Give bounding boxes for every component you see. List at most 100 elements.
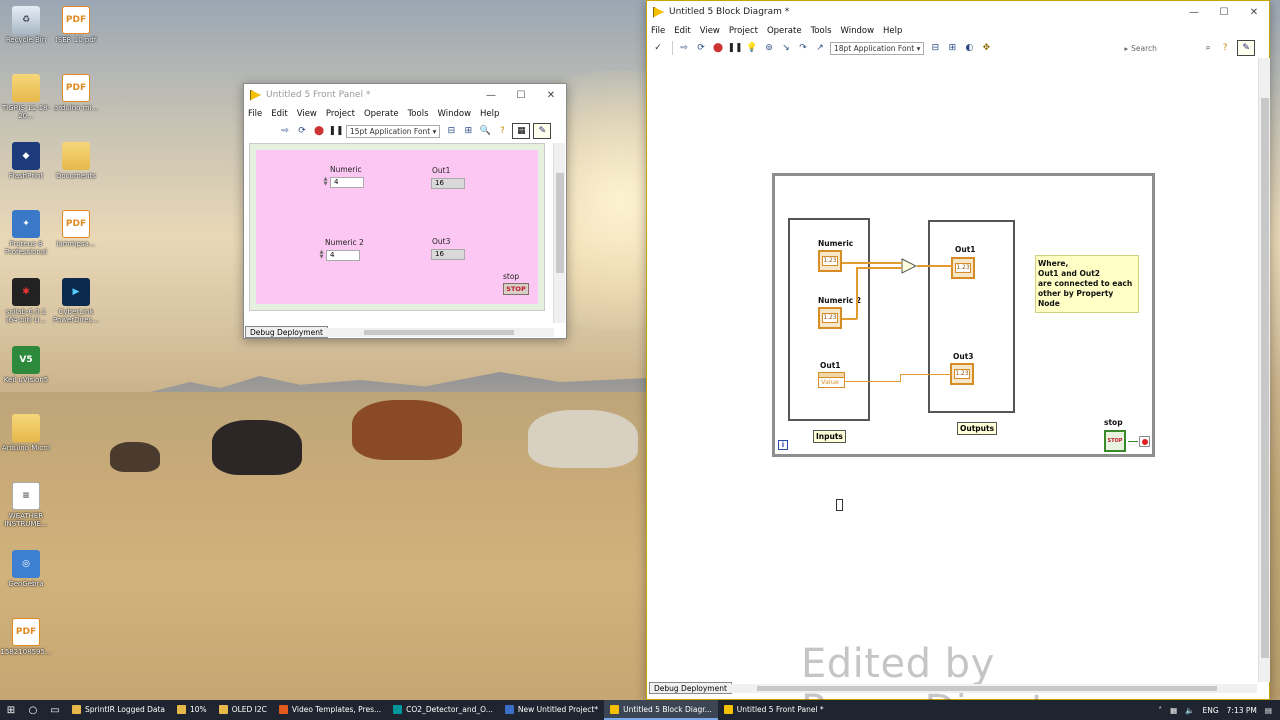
task-view-icon[interactable]: ▭ (44, 705, 66, 716)
desktop-icon[interactable]: ◆ FlashPrint (0, 142, 52, 180)
cleanup-diagram-icon[interactable]: ✥ (979, 41, 993, 55)
menu-window[interactable]: Window (841, 26, 875, 36)
hscroll-thumb[interactable] (364, 330, 514, 335)
desktop-icon[interactable]: PDF arduino mi... (50, 74, 102, 112)
help-icon[interactable]: ? (495, 124, 509, 138)
out1-terminal[interactable]: 1.23 (951, 257, 975, 279)
run-continuous-icon[interactable]: ⟳ (694, 41, 708, 55)
vscroll-thumb[interactable] (556, 173, 564, 273)
step-over-icon[interactable]: ↷ (796, 41, 810, 55)
language-indicator[interactable]: ENG (1203, 706, 1219, 715)
menu-tools[interactable]: Tools (408, 109, 429, 119)
desktop-icon[interactable]: ▶ CyberLink PowerDirec... (50, 278, 102, 324)
out3-terminal[interactable]: 1.23 (950, 363, 974, 385)
distribute-icon[interactable]: ⊞ (461, 124, 475, 138)
distribute-icon[interactable]: ⊞ (945, 41, 959, 55)
menu-view[interactable]: View (297, 109, 317, 119)
zoom-icon[interactable]: 🔍 (478, 124, 492, 138)
numeric2-control[interactable]: 4 (326, 250, 360, 261)
numeric-terminal[interactable]: 1.23 (818, 250, 842, 272)
desktop-icon[interactable]: Documents (50, 142, 102, 180)
front-panel-window[interactable]: Untitled 5 Front Panel * — ☐ ✕ File Edit… (243, 83, 567, 339)
maximize-button[interactable]: ☐ (1209, 1, 1239, 23)
connector-pane-icon[interactable]: ▦ (512, 123, 531, 139)
highlight-execution-icon[interactable]: 💡 (745, 41, 759, 55)
vi-icon[interactable]: ✎ (533, 123, 552, 139)
front-panel-vscroll[interactable] (553, 143, 565, 323)
stop-terminal[interactable]: STOP (1104, 430, 1126, 452)
clock[interactable]: 7:13 PM (1227, 706, 1257, 715)
menu-window[interactable]: Window (438, 109, 472, 119)
abort-icon[interactable]: ⬤ (312, 124, 326, 138)
step-out-icon[interactable]: ↗ (813, 41, 827, 55)
out1-property-node[interactable]: Value (818, 372, 845, 388)
menu-project[interactable]: Project (729, 26, 758, 36)
notifications-icon[interactable]: ▤ (1265, 706, 1272, 715)
desktop-icon[interactable]: V5 Keil uVision5 (0, 346, 52, 384)
front-panel-hscroll[interactable] (324, 328, 554, 337)
numeric2-terminal[interactable]: 1.23 (818, 307, 842, 329)
front-panel-canvas[interactable]: Numeric ▲ ▼ 4 Out1 16 Numeric 2 ▲ ▼ 4 Out3… (249, 143, 545, 311)
volume-icon[interactable]: 🔈 (1185, 706, 1194, 715)
vi-icon[interactable]: ✎ (1237, 40, 1256, 56)
front-panel-debug-tab[interactable]: Debug Deployment (245, 326, 328, 338)
desktop-icon[interactable]: ✦ Proteus 8 Professional (0, 210, 52, 256)
desktop-icon[interactable]: TIGRIS 11-18-20... (0, 74, 52, 120)
desktop-icon[interactable]: PDF ISER 10.pdf (50, 6, 102, 44)
abort-icon[interactable]: ⬤ (711, 41, 725, 55)
desktop-icon[interactable]: ✱ scilab-6.0.1 (64-bit) U... (0, 278, 52, 324)
menu-tools[interactable]: Tools (811, 26, 832, 36)
menu-edit[interactable]: Edit (271, 109, 287, 119)
menu-file[interactable]: File (248, 109, 262, 119)
while-loop[interactable]: Numeric 1.23 Numeric 2 1.23 Out1 Value I… (772, 173, 1155, 457)
menu-help[interactable]: Help (480, 109, 499, 119)
help-icon[interactable]: ? (1218, 41, 1232, 55)
taskbar-item[interactable]: CO2_Detector_and_O... (387, 700, 499, 720)
run-arrow-icon[interactable]: ⇨ (278, 124, 292, 138)
menu-file[interactable]: File (651, 26, 665, 36)
numeric-control[interactable]: 4 (330, 177, 364, 188)
desktop-icon[interactable]: ♻ Recycle Bin (0, 6, 52, 44)
search-icon[interactable]: ○ (22, 705, 44, 716)
block-diagram-hscroll[interactable] (727, 684, 1257, 693)
align-icon[interactable]: ⊟ (444, 124, 458, 138)
menu-help[interactable]: Help (883, 26, 902, 36)
menu-operate[interactable]: Operate (364, 109, 399, 119)
maximize-button[interactable]: ☐ (506, 84, 536, 106)
numeric2-spinner[interactable]: ▲ ▼ (318, 250, 325, 261)
menu-view[interactable]: View (700, 26, 720, 36)
desktop-icon[interactable]: PDF lammpsa... (50, 210, 102, 248)
taskbar-item[interactable]: OLED I2C (213, 700, 273, 720)
checkmark-icon[interactable]: ✓ (651, 41, 665, 55)
menu-operate[interactable]: Operate (767, 26, 802, 36)
block-diagram-window[interactable]: Untitled 5 Block Diagram * — ☐ ✕ File Ed… (646, 0, 1270, 720)
font-select[interactable]: 18pt Application Font ▾ (830, 41, 925, 55)
desktop-icon[interactable]: ◎ GeoGebra (0, 550, 52, 588)
taskbar-item[interactable]: New Untitled Project* (499, 700, 604, 720)
menu-edit[interactable]: Edit (674, 26, 690, 36)
menu-project[interactable]: Project (326, 109, 355, 119)
comment-note[interactable]: Where, Out1 and Out2 are connected to ea… (1035, 255, 1139, 313)
run-arrow-icon[interactable]: ⇨ (677, 41, 691, 55)
pause-icon[interactable]: ❚❚ (328, 124, 343, 138)
network-icon[interactable]: ▦ (1170, 706, 1177, 715)
retain-wire-values-icon[interactable]: ⊚ (762, 41, 776, 55)
reorder-icon[interactable]: ◐ (962, 41, 976, 55)
stop-button[interactable]: STOP (503, 283, 529, 295)
run-continuous-icon[interactable]: ⟳ (295, 124, 309, 138)
block-diagram-canvas[interactable]: Numeric 1.23 Numeric 2 1.23 Out1 Value I… (647, 58, 1263, 720)
front-panel-titlebar[interactable]: Untitled 5 Front Panel * — ☐ ✕ (244, 84, 566, 106)
tray-up-arrow-icon[interactable]: ˄ (1158, 706, 1162, 715)
block-diagram-vscroll[interactable] (1258, 58, 1270, 682)
close-button[interactable]: ✕ (536, 84, 566, 106)
taskbar-item[interactable]: Untitled 5 Block Diagr... (604, 700, 718, 720)
search-icon[interactable]: ⌕ (1201, 41, 1215, 55)
taskbar-item[interactable]: SprintIR Logged Data (66, 700, 171, 720)
search-input[interactable]: Search (1131, 44, 1201, 53)
block-diagram-titlebar[interactable]: Untitled 5 Block Diagram * — ☐ ✕ (647, 1, 1269, 23)
minimize-button[interactable]: — (1179, 1, 1209, 23)
hscroll-thumb[interactable] (757, 686, 1217, 691)
minimize-button[interactable]: — (476, 84, 506, 106)
taskbar-item[interactable]: Video Templates, Pres... (273, 700, 387, 720)
multiply-node[interactable] (901, 258, 917, 274)
